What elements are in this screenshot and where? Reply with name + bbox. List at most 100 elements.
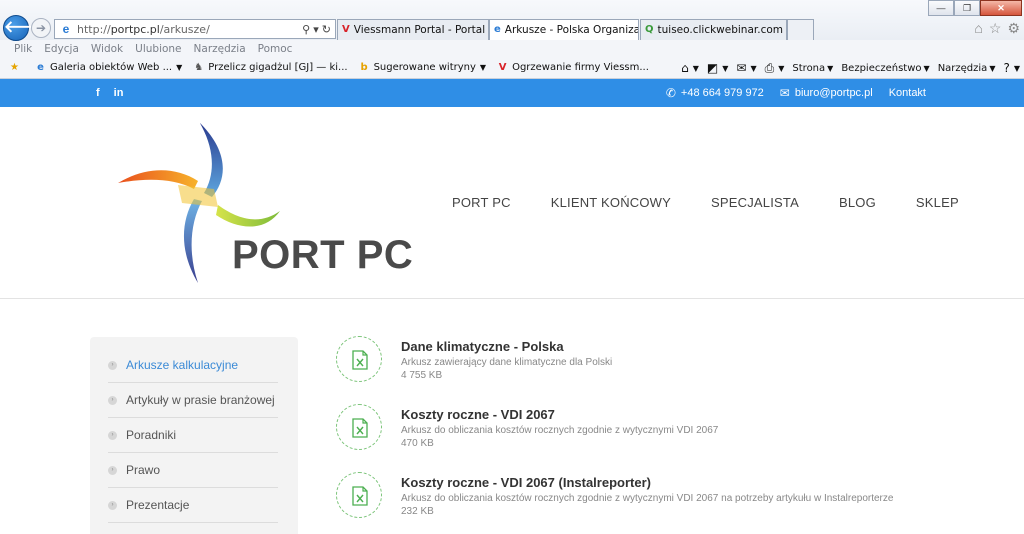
file-item[interactable]: Dane klimatyczne - Polska Arkusz zawieraj…	[336, 336, 976, 386]
file-item[interactable]: Koszty roczne - VDI 2067 Arkusz do oblicz…	[336, 404, 976, 454]
tab-label: tuiseo.clickwebinar.com	[657, 24, 784, 36]
excel-file-icon[interactable]	[336, 472, 382, 518]
contact-link[interactable]: Kontakt	[889, 87, 926, 99]
sidebar-item[interactable]: › Poradniki	[108, 418, 278, 453]
back-button[interactable]: 🡐	[3, 15, 47, 41]
file-item[interactable]: Koszty roczne - VDI 2067 (Instalreporter…	[336, 472, 976, 522]
favorites-item[interactable]: e Galeria obiektów Web ... ▼	[34, 61, 182, 74]
restore-button[interactable]: ❐	[954, 0, 980, 16]
nav-item[interactable]: BLOG	[839, 195, 876, 210]
favorites-label: Galeria obiektów Web ...	[50, 62, 173, 73]
chevron-down-icon: ▼	[1013, 63, 1020, 73]
tools-menu[interactable]: Narzędzia ▼	[938, 63, 996, 74]
sidebar-item[interactable]: › Prezentacje	[108, 488, 278, 523]
sidebar: › Arkusze kalkulacyjne › Artykuły w prasie …	[90, 337, 298, 534]
site-logo[interactable]: PORT PC	[118, 123, 413, 288]
command-bar: ⌂ ▼ ◩ ▼ ✉ ▼ ⎙ ▼ Strona ▼ Bezpieczeństwo ▼ Narzędzia ▼…	[681, 57, 1020, 79]
site-topbar: f in ✆ +48 664 979 972 ✉ biuro@portpc.pl K…	[0, 79, 1024, 107]
help-icon: ?	[1003, 61, 1010, 75]
sidebar-item-label: Poradniki	[126, 428, 177, 442]
phone-link[interactable]: ✆ +48 664 979 972	[666, 86, 764, 100]
home-icon[interactable]: ⌂	[974, 20, 982, 37]
favorites-bar: ★ e Galeria obiektów Web ... ▼ ♞ Przelicz gig…	[0, 57, 1024, 79]
favorites-star-icon: ★	[10, 62, 19, 73]
email-address: biuro@portpc.pl	[794, 87, 873, 99]
chevron-down-icon: ▼	[479, 63, 487, 72]
menu-bar: Plik Edycja Widok Ulubione Narzędzia Pomoc	[0, 40, 1024, 57]
file-title[interactable]: Dane klimatyczne - Polska	[401, 339, 564, 354]
forward-button[interactable]: ➔	[31, 18, 51, 38]
favorites-star-icon[interactable]: ☆	[989, 20, 1002, 37]
site-header: PORT PC PORT PC KLIENT KOŃCOWY SPECJALISTA…	[0, 107, 1024, 299]
favorites-item[interactable]: ♞ Przelicz gigadżul [GJ] — ki...	[192, 61, 347, 74]
address-url[interactable]: http://portpc.pl/arkusze/	[77, 23, 302, 36]
command-label: Bezpieczeństwo	[841, 62, 922, 74]
menu-item[interactable]: Edycja	[44, 43, 79, 55]
command-label: Strona	[792, 62, 826, 74]
mail-icon[interactable]: ✉ ▼	[736, 61, 756, 75]
tab-label: Viessmann Portal - Portal Home	[353, 24, 488, 36]
browser-tab[interactable]: Qtuiseo.clickwebinar.com	[640, 19, 787, 40]
new-tab-button[interactable]	[787, 19, 814, 40]
rss-feed-icon[interactable]: ◩ ▼	[707, 61, 729, 75]
browser-tab[interactable]: VViessmann Portal - Portal Home	[337, 19, 489, 40]
favorite-site-icon: e	[37, 62, 44, 73]
file-title[interactable]: Koszty roczne - VDI 2067	[401, 407, 555, 422]
settings-gear-icon[interactable]: ⚙	[1007, 20, 1020, 37]
favorite-site-icon: V	[498, 62, 507, 73]
safety-menu[interactable]: Bezpieczeństwo ▼	[841, 63, 929, 74]
menu-item[interactable]: Ulubione	[135, 43, 181, 55]
menu-item[interactable]: Widok	[91, 43, 123, 55]
window-controls: — ❐ ✕	[928, 0, 1022, 16]
chevron-down-icon: ▼	[923, 63, 930, 73]
facebook-icon[interactable]: f	[96, 87, 100, 99]
file-description: Arkusz zawierający dane klimatyczne dla …	[401, 357, 613, 368]
favorite-site-icon: b	[360, 62, 368, 73]
sidebar-item[interactable]: › Artykuły w prasie branżowej	[108, 383, 278, 418]
print-icon: ⎙	[764, 60, 775, 75]
print-icon[interactable]: ⎙ ▼	[765, 61, 785, 76]
bullet-chevron-icon: ›	[108, 500, 117, 510]
file-size: 232 KB	[401, 506, 434, 517]
file-size: 4 755 KB	[401, 370, 443, 381]
excel-file-icon[interactable]	[336, 404, 382, 450]
rss-feed-icon: ◩	[706, 61, 719, 75]
favorites-item[interactable]: ★	[8, 61, 24, 74]
linkedin-icon[interactable]: in	[114, 87, 124, 99]
address-tools[interactable]: ⚲ ▾ ↻	[302, 23, 335, 36]
sidebar-item-label: Arkusze kalkulacyjne	[126, 358, 239, 372]
help-icon[interactable]: ? ▼	[1003, 61, 1020, 75]
browser-tab[interactable]: eArkusze - Polska Organizacj...×	[489, 19, 639, 40]
file-size: 470 KB	[401, 438, 434, 449]
menu-item[interactable]: Plik	[14, 43, 32, 55]
nav-item[interactable]: PORT PC	[452, 195, 511, 210]
file-description: Arkusz do obliczania kosztów rocznych zg…	[401, 493, 894, 504]
nav-item[interactable]: SPECJALISTA	[711, 195, 799, 210]
address-row: 🡐 ➔ e http://portpc.pl/arkusze/ ⚲ ▾ ↻ VV…	[0, 0, 1024, 41]
social-links: f in	[96, 79, 123, 107]
home-icon[interactable]: ⌂ ▼	[681, 61, 699, 75]
chevron-down-icon: ▼	[750, 63, 757, 73]
address-bar[interactable]: e http://portpc.pl/arkusze/ ⚲ ▾ ↻	[54, 19, 336, 39]
page-menu[interactable]: Strona ▼	[792, 63, 833, 74]
menu-item[interactable]: Narzędzia	[194, 43, 246, 55]
chevron-down-icon: ▼	[989, 63, 996, 73]
sidebar-item[interactable]: › Arkusze kalkulacyjne	[108, 348, 278, 383]
bullet-chevron-icon: ›	[108, 395, 117, 405]
sidebar-item[interactable]: › Prawo	[108, 453, 278, 488]
url-path: /arkusze/	[159, 22, 210, 36]
tab-label: Arkusze - Polska Organizacj...	[504, 24, 638, 36]
menu-item[interactable]: Pomoc	[258, 43, 293, 55]
ie-icon: e	[62, 22, 70, 36]
nav-item[interactable]: SKLEP	[916, 195, 959, 210]
envelope-icon: ✉	[779, 86, 790, 100]
bullet-chevron-icon: ›	[108, 360, 117, 370]
nav-item[interactable]: KLIENT KOŃCOWY	[551, 195, 671, 210]
excel-file-icon[interactable]	[336, 336, 382, 382]
favorites-item[interactable]: b Sugerowane witryny ▼	[358, 61, 487, 74]
file-title[interactable]: Koszty roczne - VDI 2067 (Instalreporter…	[401, 475, 651, 490]
minimize-button[interactable]: —	[928, 0, 954, 16]
favorites-item[interactable]: V Ogrzewanie firmy Viessm...	[496, 61, 649, 74]
close-window-button[interactable]: ✕	[980, 0, 1022, 16]
email-link[interactable]: ✉ biuro@portpc.pl	[780, 86, 873, 100]
